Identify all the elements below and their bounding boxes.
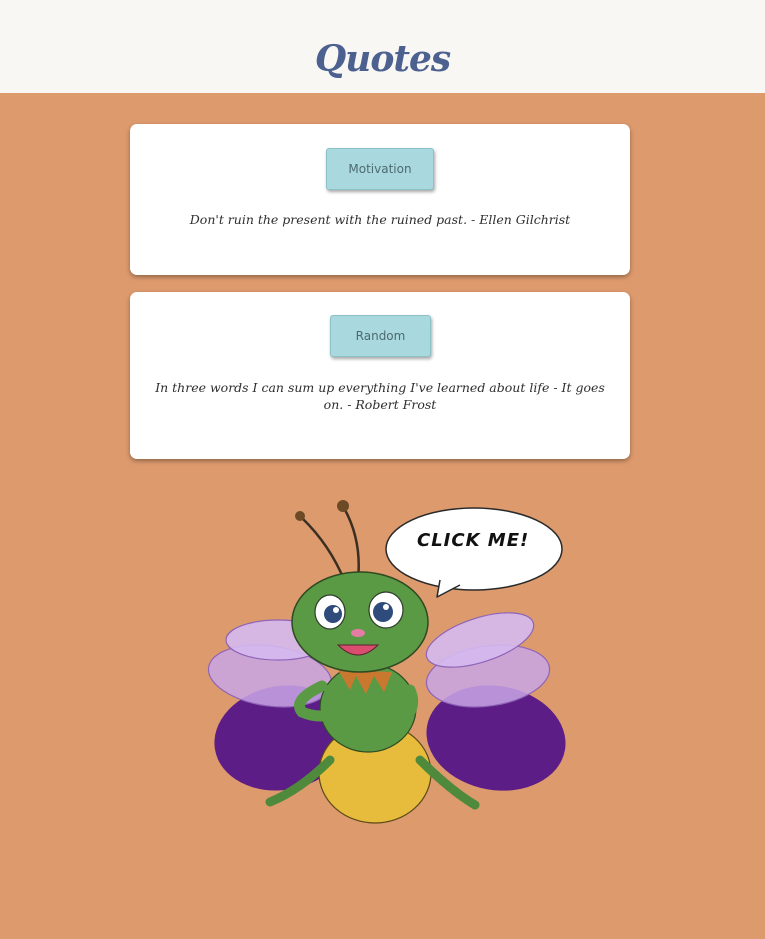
pupil-right <box>373 602 393 622</box>
quote-card-motivation: Motivation Don't ruin the present with t… <box>130 124 630 275</box>
quote-text: In three words I can sum up everything I… <box>155 380 605 412</box>
eye-highlight-left <box>333 607 339 613</box>
page-header: Quotes <box>0 0 765 93</box>
bug-head <box>291 571 429 673</box>
quote-card-random: Random In three words I can sum up every… <box>130 292 630 459</box>
antenna-right <box>342 507 360 581</box>
pupil-left <box>324 605 342 623</box>
antenna-tip-right <box>337 500 349 512</box>
antenna-left <box>301 517 347 583</box>
click-me-label[interactable]: CLICK ME! <box>417 530 537 551</box>
speech-bubble[interactable] <box>385 507 563 598</box>
bug-nose <box>351 629 365 637</box>
motivation-button[interactable]: Motivation <box>326 148 434 190</box>
page-title: Quotes <box>314 38 451 80</box>
quote-text: Don't ruin the present with the ruined p… <box>189 212 571 227</box>
random-button[interactable]: Random <box>330 315 431 357</box>
antenna-tip-left <box>295 511 305 521</box>
eye-highlight-right <box>383 604 389 610</box>
